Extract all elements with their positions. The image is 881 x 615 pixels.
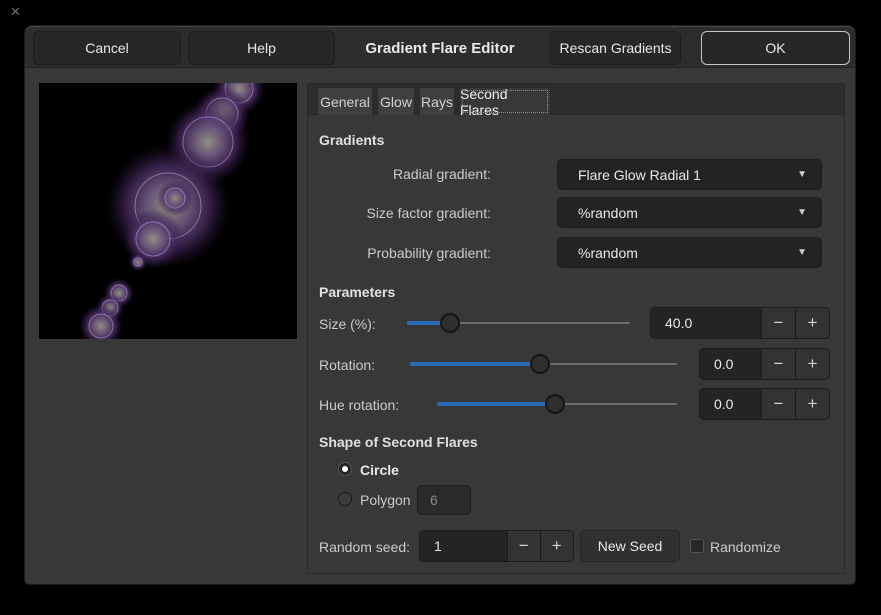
tab-second-flares[interactable]: Second Flares bbox=[459, 87, 551, 116]
size-factor-gradient-label: Size factor gradient: bbox=[319, 205, 491, 221]
hue-rotation-spinbutton: − + bbox=[699, 388, 830, 420]
random-seed-input[interactable] bbox=[420, 531, 507, 561]
hue-rotation-value-input[interactable] bbox=[700, 389, 761, 419]
rotation-increment-button[interactable]: + bbox=[795, 349, 829, 379]
rotation-label: Rotation: bbox=[319, 357, 375, 373]
size-label: Size (%): bbox=[319, 316, 376, 332]
hue-rotation-label: Hue rotation: bbox=[319, 397, 399, 413]
probability-gradient-label: Probability gradient: bbox=[319, 245, 491, 261]
help-button[interactable]: Help bbox=[188, 31, 335, 65]
size-slider[interactable] bbox=[407, 307, 630, 339]
tab-label: Second Flares bbox=[460, 86, 550, 118]
shape-heading: Shape of Second Flares bbox=[319, 434, 478, 450]
ok-button[interactable]: OK bbox=[701, 31, 850, 65]
parameters-heading: Parameters bbox=[319, 284, 395, 300]
randomize-checkbox[interactable] bbox=[690, 539, 704, 553]
circle-radio[interactable] bbox=[338, 462, 352, 476]
slider-fill bbox=[410, 362, 540, 366]
polygon-radio-label: Polygon bbox=[360, 492, 411, 508]
tab-label: Glow bbox=[380, 94, 412, 110]
random-seed-decrement-button[interactable]: − bbox=[507, 531, 540, 561]
rotation-slider[interactable] bbox=[410, 348, 677, 380]
flare-preview bbox=[39, 83, 297, 339]
polygon-sides-input[interactable] bbox=[417, 485, 471, 515]
radial-gradient-dropdown[interactable]: Flare Glow Radial 1 ▼ bbox=[557, 159, 822, 190]
chevron-down-icon: ▼ bbox=[797, 169, 821, 180]
cancel-button[interactable]: Cancel bbox=[33, 31, 181, 65]
size-spinbutton: − + bbox=[650, 307, 830, 339]
radial-gradient-label: Radial gradient: bbox=[319, 166, 491, 182]
random-seed-label: Random seed: bbox=[319, 539, 410, 555]
random-seed-spinbutton: − + bbox=[419, 530, 574, 562]
chevron-down-icon: ▼ bbox=[797, 247, 821, 258]
hue-rotation-decrement-button[interactable]: − bbox=[761, 389, 795, 419]
tab-rays[interactable]: Rays bbox=[419, 87, 455, 115]
dropdown-value: %random bbox=[558, 205, 797, 221]
dropdown-value: %random bbox=[558, 245, 797, 261]
hue-rotation-slider[interactable] bbox=[437, 388, 677, 420]
random-seed-increment-button[interactable]: + bbox=[540, 531, 574, 561]
new-seed-button[interactable]: New Seed bbox=[580, 530, 680, 562]
gradients-heading: Gradients bbox=[319, 132, 384, 148]
slider-fill bbox=[437, 402, 555, 406]
rescan-gradients-button[interactable]: Rescan Gradients bbox=[550, 31, 681, 65]
tab-label: General bbox=[320, 94, 370, 110]
settings-panel: General Glow Rays Second Flares Gradient… bbox=[307, 83, 845, 574]
slider-knob[interactable] bbox=[545, 394, 565, 414]
size-factor-gradient-dropdown[interactable]: %random ▼ bbox=[557, 197, 822, 228]
tab-glow[interactable]: Glow bbox=[377, 87, 415, 115]
rotation-decrement-button[interactable]: − bbox=[761, 349, 795, 379]
size-value-input[interactable] bbox=[651, 308, 761, 338]
size-decrement-button[interactable]: − bbox=[761, 308, 795, 338]
rotation-spinbutton: − + bbox=[699, 348, 830, 380]
randomize-label: Randomize bbox=[710, 539, 781, 555]
header-bar: Cancel Help Gradient Flare Editor Rescan… bbox=[25, 26, 855, 68]
dropdown-value: Flare Glow Radial 1 bbox=[558, 167, 797, 183]
window-close-icon[interactable]: ✕ bbox=[10, 4, 21, 20]
slider-knob[interactable] bbox=[530, 354, 550, 374]
chevron-down-icon: ▼ bbox=[797, 207, 821, 218]
tab-label: Rays bbox=[421, 94, 453, 110]
tab-general[interactable]: General bbox=[317, 87, 373, 115]
rotation-value-input[interactable] bbox=[700, 349, 761, 379]
polygon-radio[interactable] bbox=[338, 492, 352, 506]
circle-radio-label: Circle bbox=[360, 462, 399, 478]
probability-gradient-dropdown[interactable]: %random ▼ bbox=[557, 237, 822, 268]
slider-knob[interactable] bbox=[440, 313, 460, 333]
gradient-flare-editor-dialog: Cancel Help Gradient Flare Editor Rescan… bbox=[24, 25, 856, 585]
tab-bar: General Glow Rays Second Flares bbox=[308, 84, 844, 115]
flare-preview-image bbox=[39, 83, 297, 339]
hue-rotation-increment-button[interactable]: + bbox=[795, 389, 829, 419]
size-increment-button[interactable]: + bbox=[795, 308, 829, 338]
